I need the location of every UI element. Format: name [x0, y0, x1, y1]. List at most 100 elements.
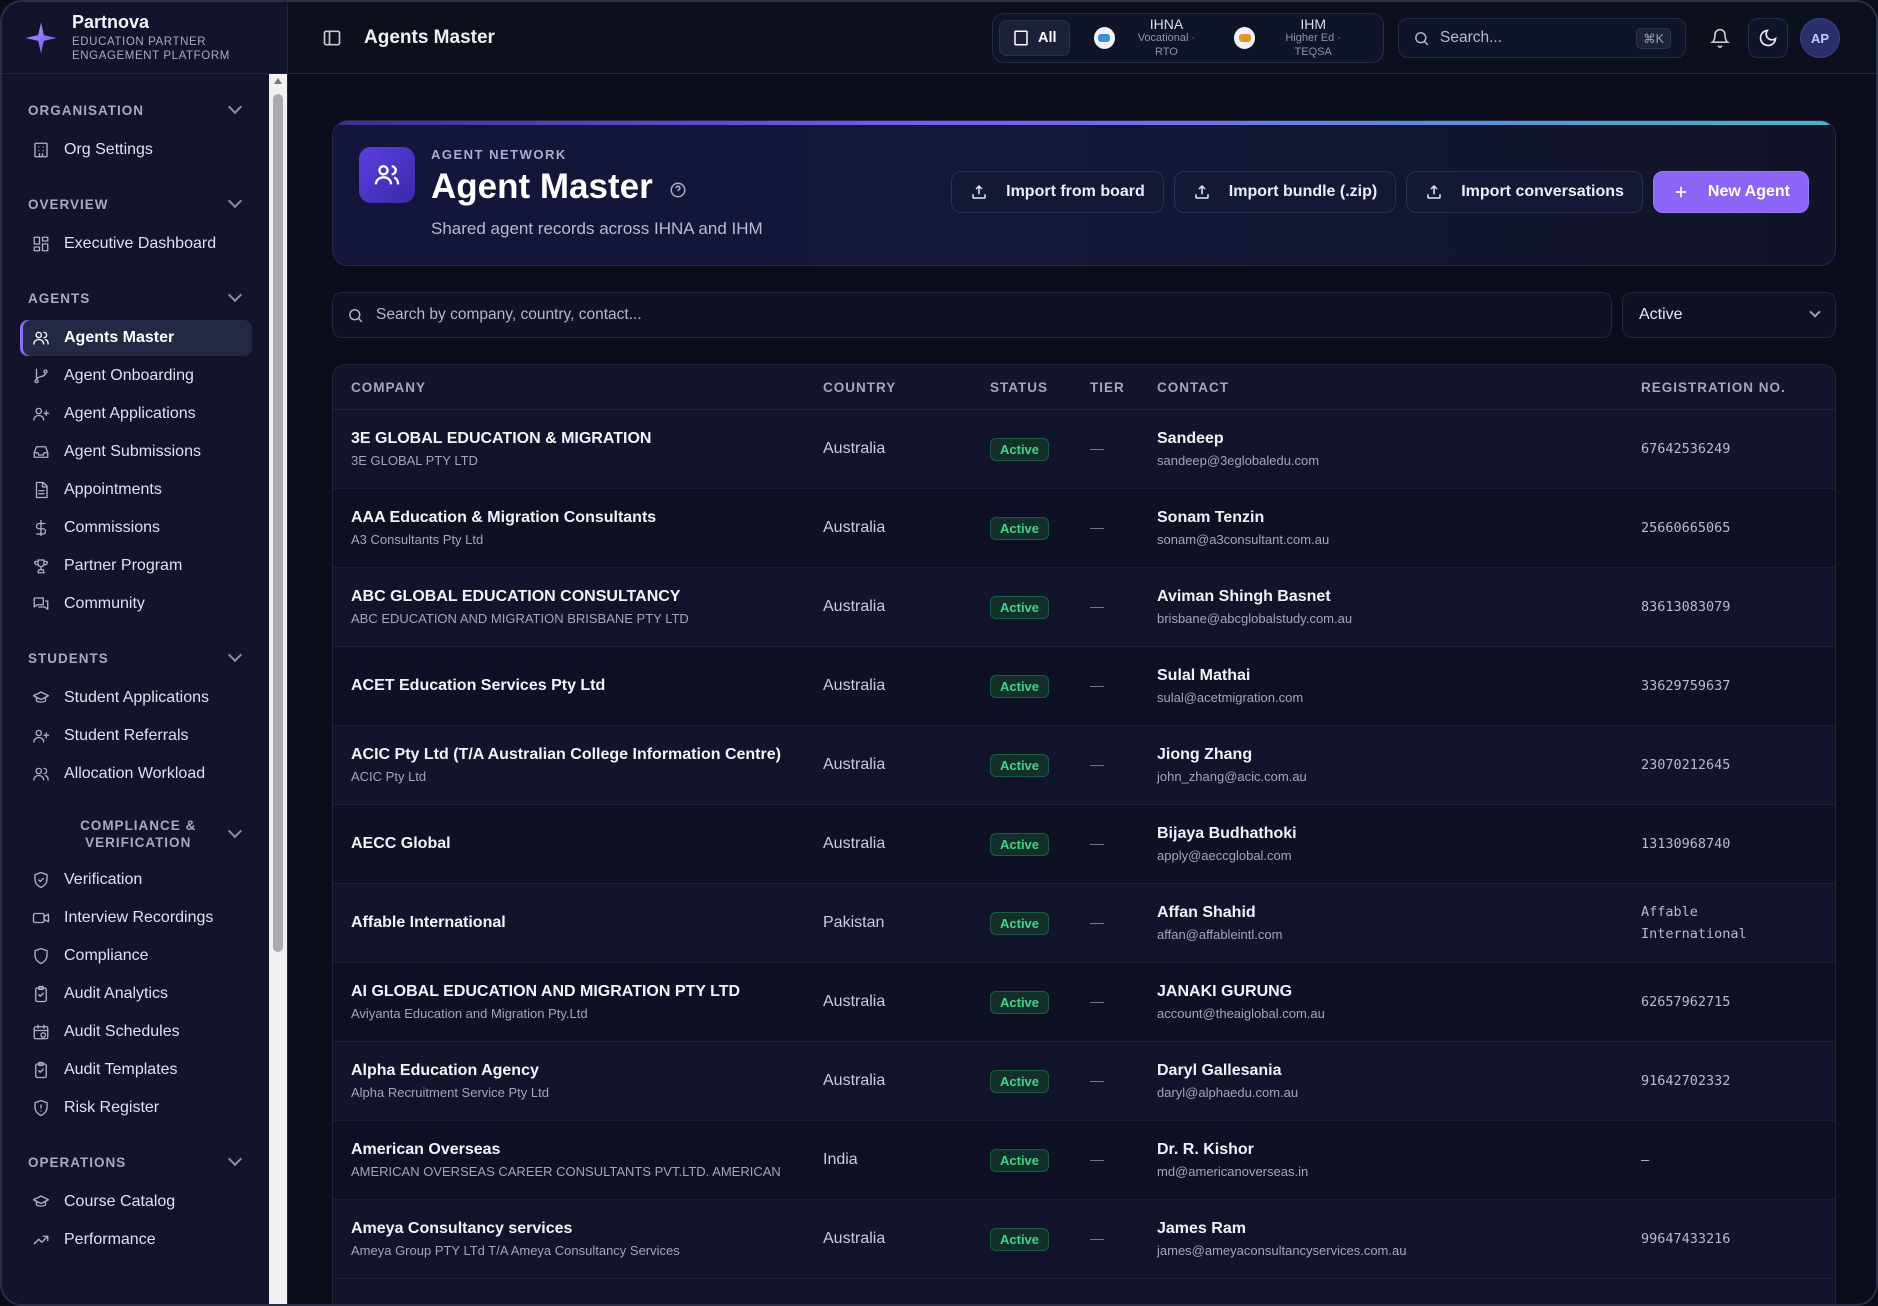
import-conversations-button[interactable]: Import conversations	[1406, 171, 1643, 213]
search-icon	[349, 308, 363, 322]
cell-company: Ameya Consultancy services Ameya Group P…	[333, 1220, 823, 1258]
sidebar-section-4[interactable]: COMPLIANCE & VERIFICATION	[2, 808, 270, 860]
sidebar-item-appointments[interactable]: Appointments	[20, 472, 252, 508]
contact-email[interactable]: sandeep@3eglobaledu.com	[1157, 453, 1641, 468]
sidebar-section-label: AGENTS	[28, 290, 91, 306]
table-row[interactable]: ACET Education Services Pty Ltd Australi…	[333, 647, 1835, 726]
tenant-all-button[interactable]: All	[999, 20, 1070, 56]
header-subtitle: Shared agent records across IHNA and IHM	[431, 219, 763, 238]
sidebar-scrollbar[interactable]	[269, 74, 287, 1304]
column-registration[interactable]: REGISTRATION NO.	[1641, 380, 1835, 395]
sidebar-section-1[interactable]: OVERVIEW	[2, 184, 270, 224]
column-country[interactable]: COUNTRY	[823, 380, 990, 395]
company-name[interactable]: AECC Global	[351, 835, 823, 853]
table-row[interactable]: American Overseas AMERICAN OVERSEAS CARE…	[333, 1121, 1835, 1200]
brand[interactable]: Partnova EDUCATION PARTNER ENGAGEMENT PL…	[2, 2, 287, 74]
import-bundle-button[interactable]: Import bundle (.zip)	[1173, 171, 1397, 213]
contact-email[interactable]: md@americanoverseas.in	[1157, 1164, 1641, 1179]
table-row[interactable]: Ameya Consultancy services Ameya Group P…	[333, 1200, 1835, 1279]
column-status[interactable]: STATUS	[990, 380, 1090, 395]
company-name[interactable]: AAA Education & Migration Consultants	[351, 509, 823, 527]
contact-email[interactable]: james@ameyaconsultancyservices.com.au	[1157, 1243, 1641, 1258]
global-search[interactable]: Search... ⌘K	[1398, 18, 1686, 58]
sidebar-section-5[interactable]: OPERATIONS	[2, 1142, 270, 1182]
company-name[interactable]: Affable International	[351, 914, 823, 932]
sidebar-item-student-referrals[interactable]: Student Referrals	[20, 718, 252, 754]
status-filter-select[interactable]: Active	[1622, 292, 1836, 338]
contact-email[interactable]: sonam@a3consultant.com.au	[1157, 532, 1641, 547]
agent-search-input[interactable]: Search by company, country, contact...	[332, 292, 1612, 338]
table-row[interactable]: Affable International Pakistan Active Af…	[333, 884, 1835, 963]
sidebar-item-agent-submissions[interactable]: Agent Submissions	[20, 434, 252, 470]
chevron-down-icon[interactable]	[227, 99, 243, 115]
new-agent-button[interactable]: New Agent	[1652, 171, 1809, 213]
contact-email[interactable]: account@theaiglobal.com.au	[1157, 1006, 1641, 1021]
tenant-ihm[interactable]: IHM Higher Ed · TEQSA	[1224, 17, 1369, 58]
company-name[interactable]: 3E GLOBAL EDUCATION & MIGRATION	[351, 430, 823, 448]
company-name[interactable]: Alpha Education Agency	[351, 1062, 823, 1080]
sidebar-toggle-icon[interactable]	[322, 28, 342, 48]
notifications-button[interactable]	[1700, 18, 1740, 58]
contact-email[interactable]: affan@affableintl.com	[1157, 927, 1641, 942]
contact-email[interactable]: sulal@acetmigration.com	[1157, 690, 1641, 705]
sidebar-section-0[interactable]: ORGANISATION	[2, 90, 270, 130]
contact-email[interactable]: brisbane@abcglobalstudy.com.au	[1157, 611, 1641, 626]
company-name[interactable]: ACET Education Services Pty Ltd	[351, 677, 823, 695]
scroll-up-arrow-icon[interactable]	[274, 78, 282, 84]
table-row[interactable]: Alpha Education Agency Alpha Recruitment…	[333, 1042, 1835, 1121]
sidebar-item-community[interactable]: Community	[20, 586, 252, 622]
scrollbar-thumb[interactable]	[273, 94, 283, 952]
chevron-down-icon[interactable]	[227, 287, 243, 303]
table-row[interactable]: AI GLOBAL EDUCATION AND MIGRATION PTY LT…	[333, 963, 1835, 1042]
sidebar-item-audit-schedules[interactable]: Audit Schedules	[20, 1014, 252, 1050]
sidebar-item-student-applications[interactable]: Student Applications	[20, 680, 252, 716]
company-name[interactable]: Ameya Consultancy services	[351, 1220, 823, 1238]
help-circle-icon[interactable]	[669, 181, 687, 199]
chevron-down-icon[interactable]	[227, 193, 243, 209]
sidebar-item-verification[interactable]: Verification	[20, 862, 252, 898]
sidebar-item-audit-templates[interactable]: Audit Templates	[20, 1052, 252, 1088]
company-name[interactable]: ABC GLOBAL EDUCATION CONSULTANCY	[351, 588, 823, 606]
cell-registration: 25660665065	[1641, 517, 1835, 539]
column-contact[interactable]: CONTACT	[1157, 380, 1641, 395]
tenant-switcher: All IHNA Vocational · RTO IHM Higher Ed …	[992, 13, 1384, 63]
company-name[interactable]: American Overseas	[351, 1141, 823, 1159]
import-from-board-button[interactable]: Import from board	[951, 171, 1164, 213]
column-tier[interactable]: TIER	[1090, 380, 1157, 395]
sidebar-item-risk-register[interactable]: Risk Register	[20, 1090, 252, 1126]
sidebar-item-compliance[interactable]: Compliance	[20, 938, 252, 974]
cell-registration: 13130968740	[1641, 833, 1835, 855]
sidebar-item-agents-master[interactable]: Agents Master	[20, 320, 252, 356]
contact-email[interactable]: daryl@alphaedu.com.au	[1157, 1085, 1641, 1100]
table-row[interactable]: AECC Global Australia Active Bijaya Budh…	[333, 805, 1835, 884]
user-avatar[interactable]: AP	[1800, 18, 1840, 58]
sidebar-item-org-settings[interactable]: Org Settings	[20, 132, 252, 168]
company-name[interactable]: ACIC Pty Ltd (T/A Australian College Inf…	[351, 746, 823, 764]
sidebar-item-course-catalog[interactable]: Course Catalog	[20, 1184, 252, 1220]
company-name[interactable]: AI GLOBAL EDUCATION AND MIGRATION PTY LT…	[351, 983, 823, 1001]
table-row[interactable]: ACIC Pty Ltd (T/A Australian College Inf…	[333, 726, 1835, 805]
contact-email[interactable]: john_zhang@acic.com.au	[1157, 769, 1641, 784]
table-row[interactable]: 3E GLOBAL EDUCATION & MIGRATION 3E GLOBA…	[333, 410, 1835, 489]
chevron-down-icon[interactable]	[227, 647, 243, 663]
sidebar-item-audit-analytics[interactable]: Audit Analytics	[20, 976, 252, 1012]
theme-toggle-button[interactable]	[1748, 18, 1788, 58]
sidebar-item-agent-applications[interactable]: Agent Applications	[20, 396, 252, 432]
sidebar-section-2[interactable]: AGENTS	[2, 278, 270, 318]
column-company[interactable]: COMPANY	[333, 380, 823, 395]
sidebar-item-allocation-workload[interactable]: Allocation Workload	[20, 756, 252, 792]
sidebar-item-commissions[interactable]: Commissions	[20, 510, 252, 546]
sidebar-item-executive-dashboard[interactable]: Executive Dashboard	[20, 226, 252, 262]
sidebar-item-performance[interactable]: Performance	[20, 1222, 252, 1258]
table-row[interactable]: ABC GLOBAL EDUCATION CONSULTANCY ABC EDU…	[333, 568, 1835, 647]
brand-subtitle-line1: EDUCATION PARTNER	[72, 36, 207, 48]
sidebar-item-interview-recordings[interactable]: Interview Recordings	[20, 900, 252, 936]
sidebar-section-3[interactable]: STUDENTS	[2, 638, 270, 678]
sidebar-item-label: Student Applications	[64, 689, 209, 706]
contact-email[interactable]: apply@aeccglobal.com	[1157, 848, 1641, 863]
sidebar-item-agent-onboarding[interactable]: Agent Onboarding	[20, 358, 252, 394]
sidebar-item-partner-program[interactable]: Partner Program	[20, 548, 252, 584]
table-row[interactable]: AAA Education & Migration Consultants A3…	[333, 489, 1835, 568]
chevron-down-icon[interactable]	[227, 1151, 243, 1167]
tenant-ihna[interactable]: IHNA Vocational · RTO	[1084, 17, 1217, 58]
